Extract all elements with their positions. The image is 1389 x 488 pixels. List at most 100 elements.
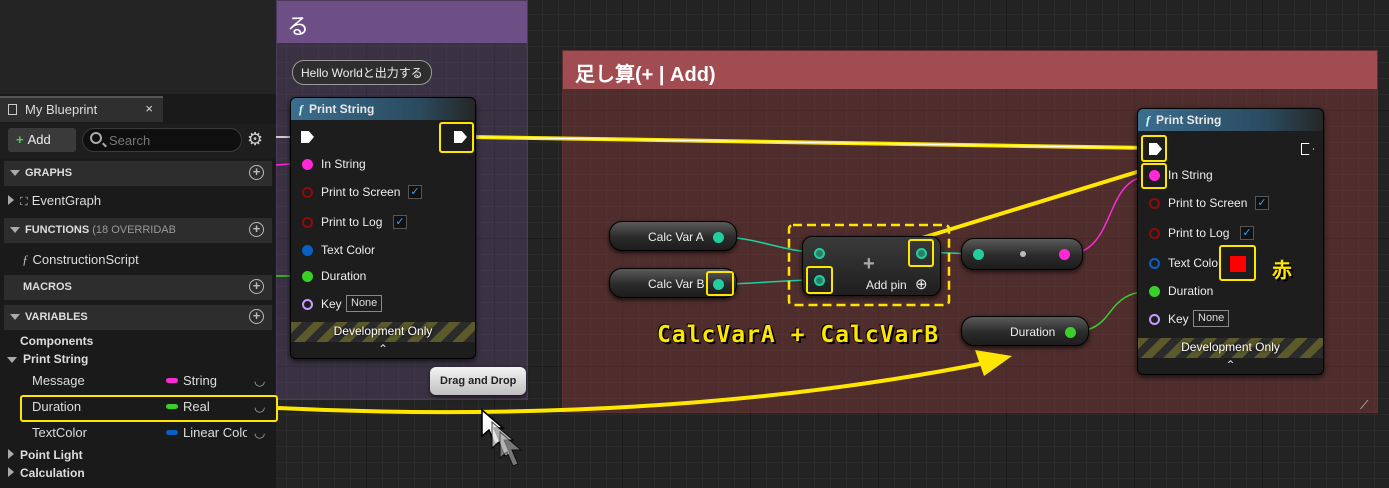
category-calculation[interactable]: Calculation: [4, 462, 272, 486]
calc-pin-icon[interactable]: [713, 232, 724, 243]
checkbox-print-to-screen[interactable]: ✓: [1255, 196, 1269, 210]
highlight-add-out: [908, 239, 934, 267]
mouse-cursor-icon: [481, 408, 523, 467]
variable-type: Linear Colo: [183, 425, 247, 440]
eye-closed-icon[interactable]: ◡: [254, 425, 265, 441]
node-header: f Print String: [1138, 109, 1323, 131]
duration-var-node[interactable]: Duration: [961, 316, 1089, 346]
add-pin-label[interactable]: Add pin: [866, 278, 907, 292]
panel-top-area: [0, 0, 276, 94]
highlight-duration-variable: [20, 395, 278, 422]
calc-var-b-label: Calc Var B: [648, 277, 705, 291]
section-macros[interactable]: MACROS +: [4, 275, 272, 300]
search-input[interactable]: Search: [82, 128, 242, 152]
functions-override-count: (18 OVERRIDAB: [92, 224, 176, 236]
gear-icon[interactable]: ⚙: [247, 129, 263, 150]
highlight-in-string: [1141, 163, 1167, 189]
category-label: Calculation: [20, 466, 85, 480]
variable-textcolor[interactable]: TextColor Linear Colo ◡: [4, 420, 272, 446]
add-variable-icon[interactable]: +: [249, 309, 264, 324]
node-header: f Print String: [291, 98, 475, 120]
search-icon: [90, 132, 102, 144]
float-pin-icon[interactable]: [1149, 286, 1160, 297]
pin-label-in-string: In String: [321, 157, 366, 171]
pin-label-key: Key: [1168, 312, 1189, 326]
name-pin-icon[interactable]: [1149, 314, 1160, 325]
pin-label-print-to-screen: Print to Screen: [321, 185, 401, 199]
pin-label-text-color: Text Color: [321, 243, 376, 257]
bool-pin-icon[interactable]: [1149, 228, 1160, 239]
struct-pin-icon[interactable]: [302, 245, 313, 256]
section-functions[interactable]: FUNCTIONS (18 OVERRIDAB +: [4, 218, 272, 243]
pin-label-print-to-log: Print to Log: [1168, 226, 1230, 240]
tab-my-blueprint[interactable]: My Blueprint ×: [0, 96, 163, 122]
section-variables[interactable]: VARIABLES +: [4, 305, 272, 330]
collapse-caret-icon[interactable]: ⌃: [291, 342, 475, 356]
variable-type: String: [183, 373, 217, 388]
key-value-field[interactable]: None: [346, 295, 383, 312]
calc-pin-icon[interactable]: [973, 249, 984, 260]
name-pin-icon[interactable]: [302, 299, 313, 310]
arrow-head: [975, 350, 1012, 376]
collapse-caret-icon[interactable]: ⌃: [1138, 358, 1323, 372]
add-graph-icon[interactable]: +: [249, 165, 264, 180]
calc-var-a-node[interactable]: Calc Var A: [609, 221, 737, 251]
pin-label-print-to-screen: Print to Screen: [1168, 196, 1248, 210]
search-placeholder: Search: [109, 133, 151, 148]
formula-annotation: CalcVarA + CalcVarB: [657, 322, 940, 348]
struct-type-pill-icon: [166, 430, 178, 435]
float-pin-icon[interactable]: [1065, 327, 1076, 338]
string-pin-icon[interactable]: [302, 159, 313, 170]
add-button[interactable]: + Add: [8, 128, 76, 152]
function-item-constructionscript[interactable]: ƒ ConstructionScript: [4, 248, 272, 272]
red-annotation: 赤: [1272, 260, 1292, 282]
close-icon[interactable]: ×: [145, 101, 153, 116]
add-symbol: +: [863, 253, 875, 275]
calc-pin-icon[interactable]: [814, 248, 825, 259]
comment-bubble-hello: Hello Worldと出力する: [292, 60, 432, 85]
node-title: Print String: [309, 102, 375, 116]
section-label: VARIABLES: [25, 311, 88, 323]
variable-name: Message: [32, 373, 85, 388]
function-icon: f: [1146, 113, 1150, 127]
exec-out-pin-icon[interactable]: [1301, 143, 1314, 155]
eventgraph-label: EventGraph: [31, 193, 102, 208]
pin-label-in-string: In String: [1168, 168, 1213, 182]
highlight-exec-out: [439, 122, 474, 153]
string-type-pill-icon: [166, 378, 178, 383]
section-graphs[interactable]: GRAPHS +: [4, 161, 272, 186]
panel-toolbar: + Add Search ⚙: [0, 124, 276, 158]
arrow-drag-duration: [277, 360, 991, 415]
add-function-icon[interactable]: +: [249, 222, 264, 237]
exec-in-pin-icon[interactable]: [301, 131, 314, 143]
add-pin-icon[interactable]: ⊕: [915, 275, 928, 293]
checkbox-print-to-screen[interactable]: ✓: [408, 185, 422, 199]
pin-label-duration: Duration: [321, 269, 367, 283]
float-pin-icon[interactable]: [302, 271, 313, 282]
variable-message[interactable]: Message String ◡: [4, 368, 272, 394]
checkbox-print-to-log[interactable]: ✓: [393, 215, 407, 229]
reroute-node[interactable]: [961, 238, 1083, 270]
reroute-dot: [1020, 251, 1026, 257]
bool-pin-icon[interactable]: [1149, 198, 1160, 209]
section-label: MACROS: [23, 281, 72, 293]
blueprint-graph-canvas[interactable]: る 足し算(+ | Add) Hello Worldと出力する f Print S…: [0, 0, 1389, 488]
highlight-add-in-b: [806, 266, 833, 294]
bool-pin-icon[interactable]: [302, 217, 313, 228]
graph-item-eventgraph[interactable]: ⛶ EventGraph: [4, 189, 272, 213]
key-value-field[interactable]: None: [1193, 310, 1230, 327]
blueprint-tab-icon: [8, 104, 17, 115]
duration-var-label: Duration: [1010, 325, 1056, 339]
pin-label-duration: Duration: [1168, 284, 1214, 298]
development-only-banner: Development Only: [1138, 338, 1323, 358]
add-macro-icon[interactable]: +: [249, 279, 264, 294]
node-title: Print String: [1156, 113, 1222, 127]
resize-grip-icon[interactable]: ⟋: [1360, 398, 1368, 413]
struct-pin-icon[interactable]: [1149, 258, 1160, 269]
string-pin-icon[interactable]: [1059, 249, 1070, 260]
bool-pin-icon[interactable]: [302, 187, 313, 198]
graph-icon: ⛶: [20, 196, 28, 208]
add-button-label: Add: [27, 132, 51, 147]
checkbox-print-to-log[interactable]: ✓: [1240, 226, 1254, 240]
eye-closed-icon[interactable]: ◡: [254, 373, 265, 389]
